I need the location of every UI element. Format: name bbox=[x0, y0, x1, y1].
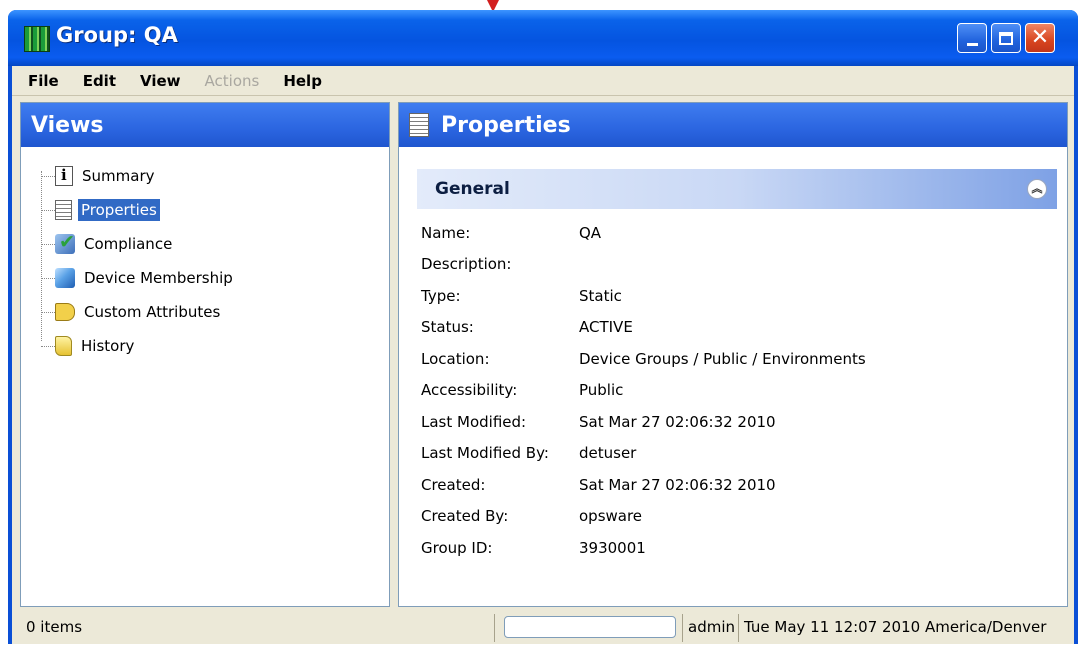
prop-value: Public bbox=[579, 381, 624, 400]
document-icon bbox=[409, 113, 429, 137]
section-title: General bbox=[435, 179, 510, 199]
tree-item-compliance[interactable]: Compliance bbox=[35, 227, 389, 261]
prop-label: Last Modified: bbox=[421, 412, 527, 431]
tree-item-label: Compliance bbox=[84, 235, 173, 253]
properties-title: Properties bbox=[441, 112, 571, 138]
prop-value: Device Groups / Public / Environments bbox=[579, 349, 866, 368]
prop-label: Description: bbox=[421, 255, 512, 274]
menu-edit[interactable]: Edit bbox=[71, 72, 128, 90]
views-tree: Summary Properties Compliance Device Mem… bbox=[21, 147, 389, 363]
prop-row-type: Type: Static bbox=[421, 280, 866, 312]
prop-row-last-modified-by: Last Modified By: detuser bbox=[421, 438, 866, 470]
compliance-check-icon bbox=[55, 231, 75, 254]
tree-item-summary[interactable]: Summary bbox=[35, 159, 389, 193]
prop-value: Sat Mar 27 02:06:32 2010 bbox=[579, 475, 776, 494]
prop-label: Created: bbox=[421, 475, 486, 494]
status-divider bbox=[682, 614, 683, 642]
prop-label: Created By: bbox=[421, 507, 509, 526]
prop-row-name: Name: QA bbox=[421, 217, 866, 249]
menu-view[interactable]: View bbox=[128, 72, 193, 90]
status-timestamp: Tue May 11 12:07 2010 America/Denver bbox=[744, 618, 1047, 636]
tree-item-custom-attributes[interactable]: Custom Attributes bbox=[35, 295, 389, 329]
maximize-button[interactable] bbox=[991, 23, 1021, 53]
status-bar: 0 items admin Tue May 11 12:07 2010 Amer… bbox=[20, 610, 1068, 644]
minimize-button[interactable] bbox=[957, 23, 987, 53]
status-progress-field bbox=[504, 616, 676, 638]
tree-item-device-membership[interactable]: Device Membership bbox=[35, 261, 389, 295]
properties-panel: Properties General ︽ Name: QA Descriptio… bbox=[398, 102, 1068, 607]
close-icon: ✕ bbox=[1030, 25, 1050, 50]
status-item-count: 0 items bbox=[26, 618, 83, 636]
minimize-icon bbox=[966, 42, 978, 46]
tree-item-label: History bbox=[81, 337, 135, 355]
prop-row-description: Description: bbox=[421, 249, 866, 281]
document-icon bbox=[55, 200, 72, 220]
app-icon bbox=[24, 26, 50, 52]
maximize-icon bbox=[999, 31, 1013, 45]
tree-item-label: Properties bbox=[78, 199, 160, 221]
menu-bar: File Edit View Actions Help bbox=[12, 66, 1074, 96]
prop-value: Static bbox=[579, 286, 622, 305]
prop-row-status: Status: ACTIVE bbox=[421, 312, 866, 344]
prop-label: Type: bbox=[421, 286, 461, 305]
client-area: Views Summary Properties Compliance D bbox=[12, 96, 1074, 644]
prop-row-location: Location: Device Groups / Public / Envir… bbox=[421, 343, 866, 375]
info-icon bbox=[55, 166, 73, 186]
tag-icon bbox=[55, 303, 75, 321]
tree-item-history[interactable]: History bbox=[35, 329, 389, 363]
prop-row-created: Created: Sat Mar 27 02:06:32 2010 bbox=[421, 469, 866, 501]
prop-value: 3930001 bbox=[579, 538, 646, 557]
menu-file[interactable]: File bbox=[16, 72, 71, 90]
prop-label: Status: bbox=[421, 318, 474, 337]
views-panel: Views Summary Properties Compliance D bbox=[20, 102, 390, 607]
menu-actions: Actions bbox=[204, 71, 260, 90]
tree-item-label: Summary bbox=[82, 167, 155, 185]
general-section-header[interactable]: General ︽ bbox=[417, 169, 1057, 209]
status-user: admin bbox=[688, 618, 735, 636]
menu-help[interactable]: Help bbox=[271, 72, 334, 90]
prop-label: Name: bbox=[421, 223, 471, 242]
tree-item-label: Device Membership bbox=[84, 269, 233, 287]
title-bar[interactable]: Group: QA ✕ bbox=[8, 10, 1078, 66]
close-button[interactable]: ✕ bbox=[1025, 23, 1055, 53]
prop-label: Last Modified By: bbox=[421, 444, 549, 463]
prop-value: ACTIVE bbox=[579, 318, 633, 337]
prop-value: opsware bbox=[579, 507, 643, 526]
window-title: Group: QA bbox=[56, 23, 178, 47]
cube-icon bbox=[55, 268, 75, 288]
prop-label: Location: bbox=[421, 349, 490, 368]
properties-header: Properties bbox=[399, 103, 1067, 147]
history-scroll-icon bbox=[55, 336, 72, 356]
prop-value: QA bbox=[579, 223, 602, 242]
prop-row-last-modified: Last Modified: Sat Mar 27 02:06:32 2010 bbox=[421, 406, 866, 438]
properties-list: Name: QA Description: Type: Static Statu… bbox=[421, 217, 866, 564]
prop-row-group-id: Group ID: 3930001 bbox=[421, 532, 866, 564]
prop-value: detuser bbox=[579, 444, 637, 463]
views-header: Views bbox=[21, 103, 389, 147]
status-divider bbox=[494, 614, 495, 642]
tree-item-properties[interactable]: Properties bbox=[35, 193, 389, 227]
prop-label: Accessibility: bbox=[421, 381, 518, 400]
collapse-icon[interactable]: ︽ bbox=[1027, 179, 1047, 199]
prop-row-created-by: Created By: opsware bbox=[421, 501, 866, 533]
prop-label: Group ID: bbox=[421, 538, 493, 557]
prop-value: Sat Mar 27 02:06:32 2010 bbox=[579, 412, 776, 431]
tree-item-label: Custom Attributes bbox=[84, 303, 221, 321]
status-divider bbox=[738, 614, 739, 642]
prop-row-accessibility: Accessibility: Public bbox=[421, 375, 866, 407]
group-window: Group: QA ✕ File Edit View Actions Help … bbox=[8, 10, 1078, 644]
